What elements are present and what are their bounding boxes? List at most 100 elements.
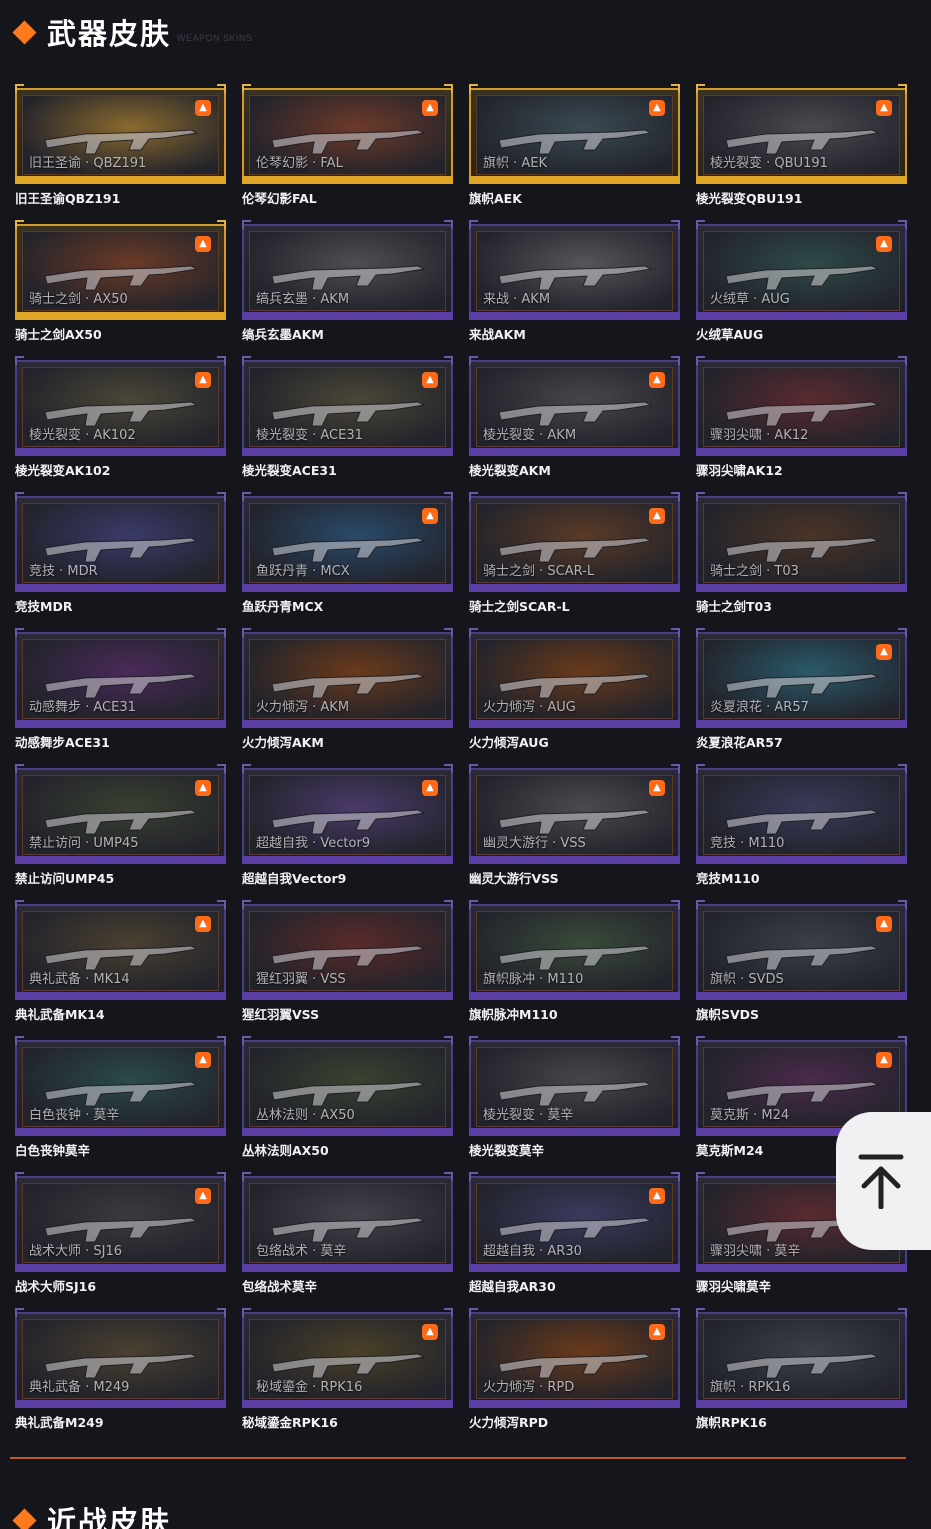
skin-thumbnail: 来战 · AKM (476, 231, 673, 311)
frame-corner (898, 84, 907, 93)
skin-card[interactable]: ▲ 超越自我 · Vector9 超越自我Vector9 (242, 764, 453, 886)
skin-frame: ▲ 棱光裂变 · QBU191 (696, 84, 907, 184)
skin-card[interactable]: ▲ 白色丧钟 · 莫辛 白色丧钟莫辛 (15, 1036, 226, 1158)
skin-frame: 来战 · AKM (469, 220, 680, 320)
skin-label: 骤羽尖啸 · 莫辛 (710, 1244, 801, 1259)
frame-corner (15, 356, 24, 365)
flame-icon: ▲ (649, 780, 665, 796)
frame-corner (696, 628, 705, 637)
scroll-to-top-button[interactable] (836, 1112, 931, 1250)
skin-name: 伦琴幻影FAL (242, 191, 317, 206)
skin-frame: ▲ 超越自我 · AR30 (469, 1172, 680, 1272)
skin-card[interactable]: 竞技 · M110 竞技M110 (696, 764, 907, 886)
skin-card[interactable]: 火力倾泻 · AUG 火力倾泻AUG (469, 628, 680, 750)
skin-frame: 旗帜脉冲 · M110 (469, 900, 680, 1000)
rarity-bar (696, 720, 907, 728)
skin-thumbnail: 火力倾泻 · AKM (249, 639, 446, 719)
skin-card[interactable]: ▲ 禁止访问 · UMP45 禁止访问UMP45 (15, 764, 226, 886)
skin-thumbnail: ▲ 棱光裂变 · QBU191 (703, 95, 900, 175)
skin-card[interactable]: ▲ 棱光裂变 · QBU191 棱光裂变QBU191 (696, 84, 907, 206)
rarity-bar (15, 1400, 226, 1408)
skin-frame: ▲ 伦琴幻影 · FAL (242, 84, 453, 184)
skin-thumbnail: 棱光裂变 · 莫辛 (476, 1047, 673, 1127)
skin-card[interactable]: ▲ 典礼武备 · MK14 典礼武备MK14 (15, 900, 226, 1022)
skin-card[interactable]: ▲ 棱光裂变 · AKM 棱光裂变AKM (469, 356, 680, 478)
rarity-bar (469, 584, 680, 592)
skin-card[interactable]: 旗帜脉冲 · M110 旗帜脉冲M110 (469, 900, 680, 1022)
skin-frame: 骤羽尖啸 · AK12 (696, 356, 907, 456)
flame-icon: ▲ (876, 1052, 892, 1068)
frame-corner (15, 764, 24, 773)
skin-name: 旗帜AEK (469, 191, 522, 206)
skin-card[interactable]: ▲ 战术大师 · SJ16 战术大师SJ16 (15, 1172, 226, 1294)
skin-thumbnail: 动感舞步 · ACE31 (22, 639, 219, 719)
skin-label: 秘域鎏金 · RPK16 (256, 1380, 363, 1395)
skin-frame: 火力倾泻 · AKM (242, 628, 453, 728)
frame-corner (444, 628, 453, 637)
skin-card[interactable]: ▲ 火绒草 · AUG 火绒草AUG (696, 220, 907, 342)
skin-thumbnail: 骑士之剑 · T03 (703, 503, 900, 583)
skin-card[interactable]: 缟兵玄墨 · AKM 缟兵玄墨AKM (242, 220, 453, 342)
frame-corner (696, 492, 705, 501)
skin-name: 秘域鎏金RPK16 (242, 1415, 338, 1430)
frame-corner (444, 764, 453, 773)
skin-card[interactable]: ▲ 旧王圣谕 · QBZ191 旧王圣谕QBZ191 (15, 84, 226, 206)
skin-card[interactable]: ▲ 棱光裂变 · AK102 棱光裂变AK102 (15, 356, 226, 478)
rarity-bar (242, 584, 453, 592)
skin-card[interactable]: ▲ 幽灵大游行 · VSS 幽灵大游行VSS (469, 764, 680, 886)
skin-thumbnail: ▲ 伦琴幻影 · FAL (249, 95, 446, 175)
skin-card[interactable]: 骤羽尖啸 · AK12 骤羽尖啸AK12 (696, 356, 907, 478)
rarity-bar (242, 1400, 453, 1408)
skin-card[interactable]: 旗帜 · RPK16 旗帜RPK16 (696, 1308, 907, 1430)
skin-frame: ▲ 旧王圣谕 · QBZ191 (15, 84, 226, 184)
frame-corner (242, 492, 251, 501)
skin-thumbnail: ▲ 秘域鎏金 · RPK16 (249, 1319, 446, 1399)
skin-frame: ▲ 骑士之剑 · AX50 (15, 220, 226, 320)
skin-card[interactable]: 火力倾泻 · AKM 火力倾泻AKM (242, 628, 453, 750)
skin-name: 骤羽尖啸AK12 (696, 463, 783, 478)
skin-label: 伦琴幻影 · FAL (256, 156, 343, 171)
skin-card[interactable]: ▲ 骑士之剑 · SCAR-L 骑士之剑SCAR-L (469, 492, 680, 614)
skin-frame: 竞技 · M110 (696, 764, 907, 864)
skin-card[interactable]: 骑士之剑 · T03 骑士之剑T03 (696, 492, 907, 614)
skin-name: 骑士之剑T03 (696, 599, 772, 614)
frame-corner (15, 492, 24, 501)
skin-card[interactable]: ▲ 炎夏浪花 · AR57 炎夏浪花AR57 (696, 628, 907, 750)
skin-card[interactable]: 猩红羽翼 · VSS 猩红羽翼VSS (242, 900, 453, 1022)
skin-card[interactable]: ▲ 鱼跃丹青 · MCX 鱼跃丹青MCX (242, 492, 453, 614)
skin-thumbnail: 丛林法则 · AX50 (249, 1047, 446, 1127)
skin-card[interactable]: ▲ 伦琴幻影 · FAL 伦琴幻影FAL (242, 84, 453, 206)
skin-label: 骑士之剑 · T03 (710, 564, 799, 579)
diamond-icon (12, 19, 37, 45)
skin-card[interactable]: 棱光裂变 · 莫辛 棱光裂变莫辛 (469, 1036, 680, 1158)
skin-label: 缟兵玄墨 · AKM (256, 292, 350, 307)
skin-card[interactable]: 典礼武备 · M249 典礼武备M249 (15, 1308, 226, 1430)
skin-card[interactable]: 动感舞步 · ACE31 动感舞步ACE31 (15, 628, 226, 750)
skin-name: 棱光裂变AK102 (15, 463, 111, 478)
diamond-icon (12, 1507, 37, 1529)
flame-icon: ▲ (422, 372, 438, 388)
skin-card[interactable]: ▲ 旗帜 · SVDS 旗帜SVDS (696, 900, 907, 1022)
skin-card[interactable]: ▲ 秘域鎏金 · RPK16 秘域鎏金RPK16 (242, 1308, 453, 1430)
skin-card[interactable]: ▲ 棱光裂变 · ACE31 棱光裂变ACE31 (242, 356, 453, 478)
skin-frame: ▲ 幽灵大游行 · VSS (469, 764, 680, 864)
arrow-up-to-top-icon (858, 1154, 904, 1209)
skin-card[interactable]: 丛林法则 · AX50 丛林法则AX50 (242, 1036, 453, 1158)
skin-frame: 旗帜 · RPK16 (696, 1308, 907, 1408)
skin-frame: 动感舞步 · ACE31 (15, 628, 226, 728)
skin-card[interactable]: ▲ 火力倾泻 · RPD 火力倾泻RPD (469, 1308, 680, 1430)
skin-card[interactable]: 来战 · AKM 来战AKM (469, 220, 680, 342)
frame-corner (671, 628, 680, 637)
frame-corner (15, 1308, 24, 1317)
skin-card[interactable]: ▲ 旗帜 · AEK 旗帜AEK (469, 84, 680, 206)
skin-label: 竞技 · M110 (710, 836, 785, 851)
skin-frame: 缟兵玄墨 · AKM (242, 220, 453, 320)
skin-card[interactable]: 包络战术 · 莫辛 包络战术莫辛 (242, 1172, 453, 1294)
skin-card[interactable]: ▲ 超越自我 · AR30 超越自我AR30 (469, 1172, 680, 1294)
rarity-bar (469, 448, 680, 456)
frame-corner (242, 1308, 251, 1317)
skin-card[interactable]: 竞技 · MDR 竞技MDR (15, 492, 226, 614)
flame-icon: ▲ (876, 236, 892, 252)
skin-name: 动感舞步ACE31 (15, 735, 110, 750)
skin-card[interactable]: ▲ 骑士之剑 · AX50 骑士之剑AX50 (15, 220, 226, 342)
